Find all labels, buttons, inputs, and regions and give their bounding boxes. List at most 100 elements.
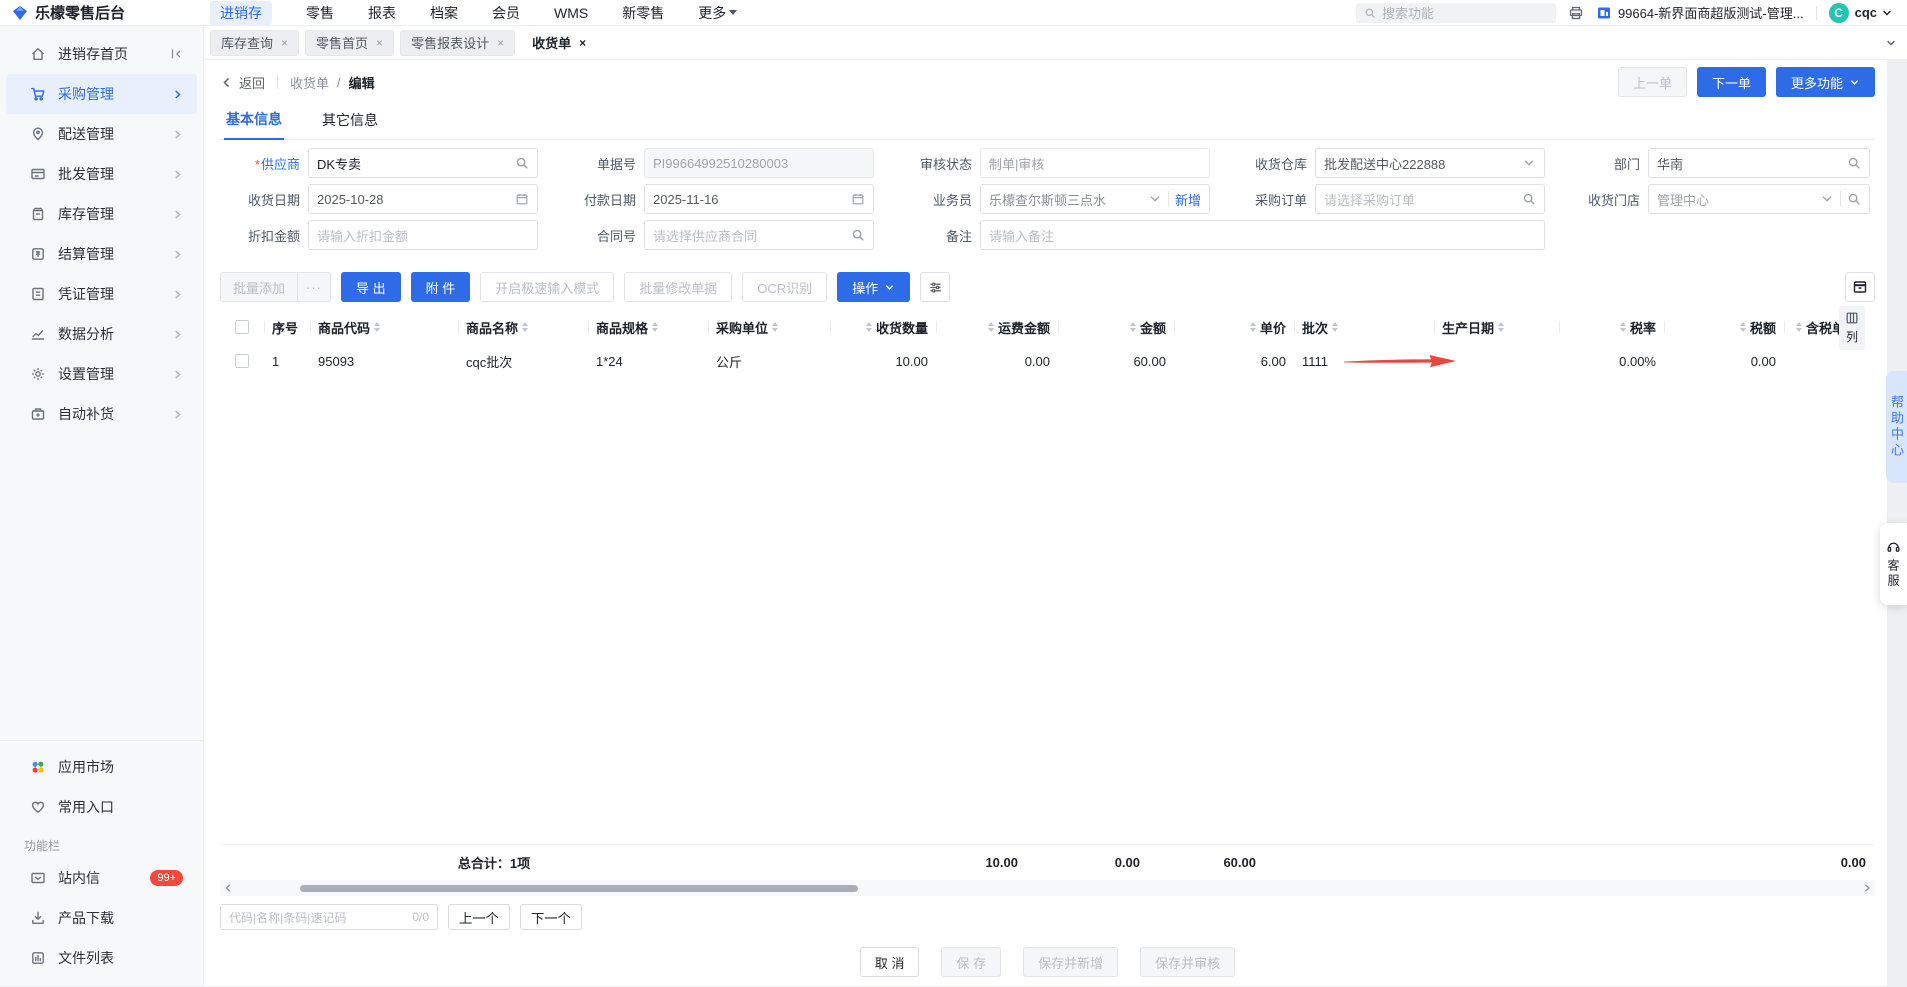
cancel-button[interactable]: 取 消 [860, 947, 920, 977]
receive-date-picker[interactable]: 2025-10-28 [308, 184, 538, 214]
sort-icon[interactable] [1250, 322, 1256, 332]
cell-amount[interactable]: 60.00 [1058, 344, 1174, 378]
sidebar-item-favorites[interactable]: 常用入口 [6, 787, 197, 827]
customer-service-button[interactable]: 客服 [1880, 523, 1907, 605]
cell-price[interactable]: 6.00 [1174, 344, 1294, 378]
sort-icon[interactable] [1498, 322, 1504, 332]
scrollbar-thumb[interactable] [300, 885, 858, 892]
close-icon[interactable]: × [281, 36, 288, 50]
search-icon[interactable] [851, 228, 865, 242]
nav-item-baobiao[interactable]: 报表 [368, 3, 396, 23]
sidebar-item-app-market[interactable]: 应用市场 [6, 747, 197, 787]
col-header-product-code[interactable]: 商品代码 [310, 310, 458, 344]
sort-icon[interactable] [988, 322, 994, 332]
back-button[interactable]: 返回 [220, 73, 265, 92]
export-button[interactable]: 导 出 [341, 272, 401, 302]
salesman-select[interactable]: 乐檬查尔斯顿三点水新增 [980, 184, 1210, 214]
tab-inventory-query[interactable]: 库存查询× [210, 30, 299, 56]
sort-icon[interactable] [1332, 322, 1338, 332]
archive-button[interactable] [1845, 272, 1875, 302]
tab-receipt-doc[interactable]: 收货单× [521, 30, 597, 56]
row-settings-button[interactable] [920, 272, 950, 302]
cell-qty[interactable]: 10.00 [830, 344, 936, 378]
pay-date-picker[interactable]: 2025-11-16 [644, 184, 874, 214]
tab-report-design[interactable]: 零售报表设计× [400, 30, 515, 56]
horizontal-scrollbar[interactable] [220, 880, 1875, 896]
nav-item-lingshou[interactable]: 零售 [306, 3, 334, 23]
sidebar-item-downloads[interactable]: 产品下载 [6, 898, 197, 938]
chevron-down-icon[interactable] [1881, 7, 1893, 19]
nav-item-jinxiaocun[interactable]: 进销存 [210, 1, 272, 25]
department-field[interactable]: 华南 [1648, 148, 1870, 178]
sidebar-item-inventory[interactable]: 库存管理 [6, 194, 197, 234]
col-header-freight[interactable]: 运费金额 [936, 310, 1058, 344]
sort-icon[interactable] [1130, 322, 1136, 332]
operate-button[interactable]: 操作 [837, 272, 910, 302]
search-icon[interactable] [1847, 156, 1861, 170]
col-header-unit[interactable]: 采购单位 [708, 310, 830, 344]
sort-icon[interactable] [522, 322, 528, 332]
select-all-checkbox[interactable] [235, 320, 249, 334]
tab-basic-info[interactable]: 基本信息 [224, 109, 284, 140]
sidebar-item-wholesale[interactable]: 批发管理 [6, 154, 197, 194]
print-button[interactable] [1568, 5, 1584, 21]
col-header-spec[interactable]: 商品规格 [588, 310, 708, 344]
avatar[interactable]: C [1829, 3, 1849, 23]
column-settings-button[interactable]: 列 [1839, 306, 1865, 350]
col-header-amount[interactable]: 金额 [1058, 310, 1174, 344]
col-header-tax-rate[interactable]: 税率 [1559, 310, 1664, 344]
speed-input-button[interactable]: 开启极速输入模式 [480, 272, 614, 302]
search-icon[interactable] [1847, 192, 1861, 206]
search-icon[interactable] [1522, 192, 1536, 206]
close-icon[interactable]: × [579, 36, 586, 50]
batch-add-more-button[interactable]: ··· [297, 273, 330, 301]
finder-input[interactable]: 代码|名称|条码|速记码 0/0 [220, 904, 438, 930]
sort-icon[interactable] [374, 322, 380, 332]
scroll-left-button[interactable] [220, 880, 236, 896]
receive-store-select[interactable]: 管理中心 [1648, 184, 1870, 214]
more-functions-button[interactable]: 更多功能 [1776, 67, 1875, 97]
calendar-icon[interactable] [515, 192, 529, 206]
sidebar-item-settings[interactable]: 设置管理 [6, 354, 197, 394]
chevron-down-icon[interactable] [1820, 192, 1834, 206]
sort-icon[interactable] [1740, 322, 1746, 332]
sort-icon[interactable] [866, 322, 872, 332]
nav-item-huiyuan[interactable]: 会员 [492, 3, 520, 23]
nav-item-dangan[interactable]: 档案 [430, 3, 458, 23]
purchase-order-field[interactable]: 请选择采购订单 [1315, 184, 1545, 214]
sidebar-item-messages[interactable]: 站内信 99+ [6, 858, 197, 898]
col-header-tax[interactable]: 税额 [1664, 310, 1784, 344]
sidebar-item-replenish[interactable]: 自动补货 [6, 394, 197, 434]
sidebar-item-delivery[interactable]: 配送管理 [6, 114, 197, 154]
attachment-button[interactable]: 附 件 [411, 272, 471, 302]
sidebar-item-file-list[interactable]: 文件列表 [6, 938, 197, 978]
close-icon[interactable]: × [497, 36, 504, 50]
collapse-sidebar-icon[interactable] [169, 47, 183, 61]
save-and-audit-button[interactable]: 保存并审核 [1140, 947, 1235, 977]
sidebar-item-home[interactable]: 进销存首页 [6, 34, 197, 74]
col-header-price[interactable]: 单价 [1174, 310, 1294, 344]
sort-icon[interactable] [772, 322, 778, 332]
tab-retail-home[interactable]: 零售首页× [305, 30, 394, 56]
scroll-right-button[interactable] [1859, 880, 1875, 896]
tabs-overflow-button[interactable] [1885, 37, 1897, 49]
sidebar-item-analytics[interactable]: 数据分析 [6, 314, 197, 354]
col-header-qty[interactable]: 收货数量 [830, 310, 936, 344]
sort-icon[interactable] [652, 322, 658, 332]
tenant-switcher[interactable]: 99664-新界面商超版测试-管理... [1596, 3, 1804, 22]
cell-tax[interactable]: 0.00 [1664, 344, 1784, 378]
cell-product-code[interactable]: 95093 [310, 344, 458, 378]
add-salesman-link[interactable]: 新增 [1175, 190, 1201, 209]
supplier-field[interactable]: DK专卖 [308, 148, 538, 178]
batch-edit-button[interactable]: 批量修改单据 [624, 272, 732, 302]
cell-tax-rate[interactable]: 0.00% [1559, 344, 1664, 378]
sidebar-item-purchase[interactable]: 采购管理 [6, 74, 197, 114]
cell-product-name[interactable]: cqc批次 [458, 344, 588, 378]
save-and-new-button[interactable]: 保存并新增 [1023, 947, 1118, 977]
discount-input[interactable]: 请输入折扣金额 [308, 220, 538, 250]
remark-input[interactable]: 请输入备注 [980, 220, 1545, 250]
find-prev-button[interactable]: 上一个 [448, 904, 510, 930]
sidebar-item-settlement[interactable]: 结算管理 [6, 234, 197, 274]
save-button[interactable]: 保 存 [941, 947, 1001, 977]
batch-add-button[interactable]: 批量添加 [221, 273, 297, 301]
